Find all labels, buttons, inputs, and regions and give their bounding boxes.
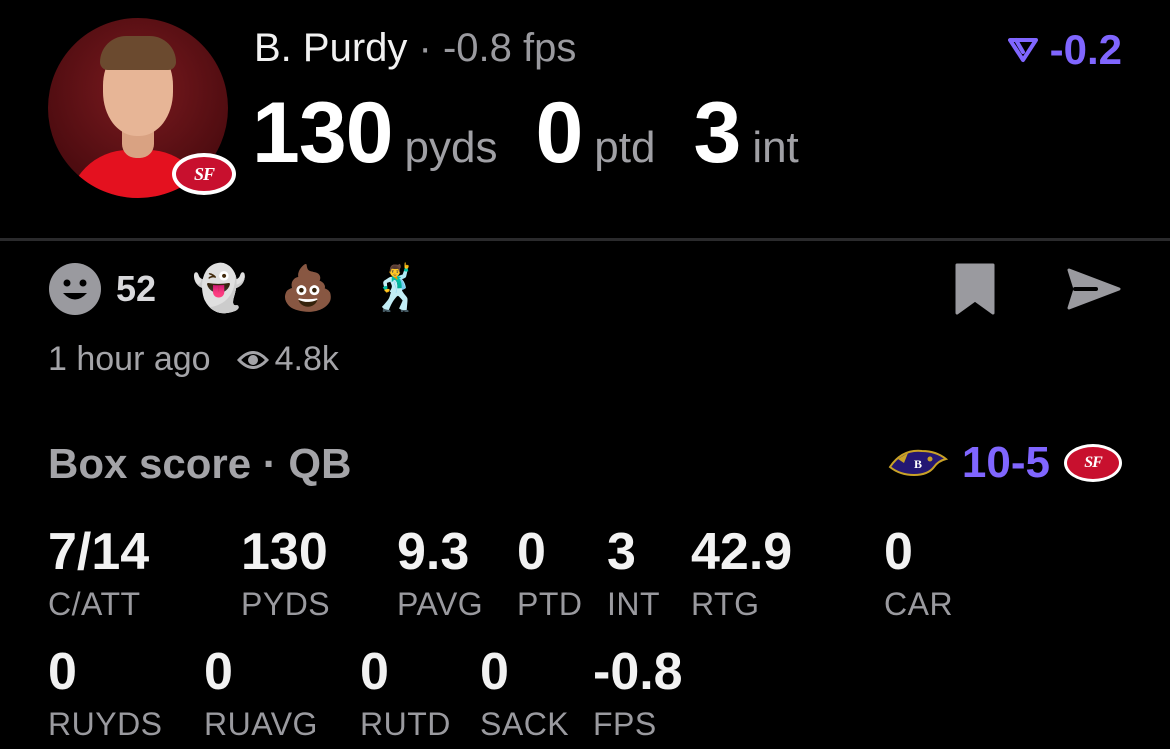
stat-label: C/ATT: [48, 586, 141, 622]
post-meta: 1 hour ago 4.8k: [48, 340, 339, 379]
box-score-title: Box score · QB: [48, 440, 352, 487]
eye-icon: [236, 350, 269, 369]
stat-label: FPS: [593, 706, 657, 742]
team-logo-icon: SF: [172, 153, 236, 195]
game-score[interactable]: B 10-5 SF: [888, 438, 1122, 488]
stat-label: PYDS: [241, 586, 331, 622]
stat-label: RUAVG: [204, 706, 318, 742]
ghost-reaction-icon[interactable]: 👻: [192, 267, 247, 311]
separator: ·: [407, 26, 443, 70]
niners-logo-icon: SF: [1064, 444, 1122, 482]
headline-int-unit: int: [752, 123, 799, 172]
stat-value: 0: [480, 643, 509, 701]
stat-label: SACK: [480, 706, 570, 742]
headline-ptd-value: 0: [535, 85, 583, 181]
stat-value: 42.9: [691, 523, 793, 581]
bookmark-icon[interactable]: [954, 262, 996, 316]
stat-ptd: 0 PTD: [517, 526, 583, 623]
stat-int: 3 INT: [607, 526, 660, 623]
player-header[interactable]: B. Purdy · -0.8 fps: [254, 26, 576, 71]
away-score: 10: [961, 438, 1011, 487]
stat-label: CAR: [884, 586, 954, 622]
stat-sack: 0 SACK: [480, 646, 569, 743]
reactions-row: 52 👻 💩 🕺: [48, 262, 458, 316]
niners-logo-text: SF: [1084, 454, 1103, 471]
share-send-icon[interactable]: [1066, 266, 1122, 312]
view-count-value: 4.8k: [274, 340, 339, 378]
ravens-logo-icon: B: [888, 449, 948, 477]
poop-reaction-icon[interactable]: 💩: [281, 267, 336, 311]
stat-value: 0: [48, 643, 77, 701]
score-dash: -: [1010, 438, 1026, 487]
stat-ruavg: 0 RUAVG: [204, 646, 318, 743]
stat-rutd: 0 RUTD: [360, 646, 451, 743]
stat-label: PAVG: [397, 586, 484, 622]
smile-reaction-count: 52: [116, 268, 157, 309]
player-name: B. Purdy: [254, 26, 408, 70]
stat-value: 0: [360, 643, 389, 701]
stat-value: 130: [241, 523, 328, 581]
fps-delta: -0.2: [1007, 26, 1122, 74]
headline-pyds-unit: pyds: [404, 123, 498, 172]
stat-c-att: 7/14 C/ATT: [48, 526, 149, 623]
stat-label: RUYDS: [48, 706, 163, 742]
view-count: 4.8k: [236, 340, 339, 379]
stat-ruyds: 0 RUYDS: [48, 646, 163, 743]
delta-value: -0.2: [1049, 26, 1122, 73]
headline-pyds-value: 130: [252, 85, 393, 181]
stat-value: 9.3: [397, 523, 470, 581]
stat-label: RTG: [691, 586, 760, 622]
home-score: 5: [1025, 438, 1050, 487]
stat-value: 0: [884, 523, 913, 581]
stat-value: -0.8: [593, 643, 683, 701]
stat-value: 3: [607, 523, 636, 581]
stat-value: 7/14: [48, 523, 150, 581]
stat-pyds: 130 PYDS: [241, 526, 330, 623]
score-text: 10-5: [962, 438, 1050, 488]
stat-label: INT: [607, 586, 661, 622]
player-fps: -0.8 fps: [442, 26, 577, 70]
svg-text:B: B: [914, 457, 922, 471]
headline-ptd-unit: ptd: [594, 123, 656, 172]
post-time: 1 hour ago: [48, 340, 211, 378]
headline-int-value: 3: [693, 85, 741, 181]
avatar-hair: [100, 36, 176, 70]
stat-value: 0: [517, 523, 546, 581]
stat-pavg: 9.3 PAVG: [397, 526, 483, 623]
stat-label: RUTD: [360, 706, 451, 742]
smile-reaction-icon[interactable]: [48, 262, 102, 316]
dancing-reaction-icon[interactable]: 🕺: [370, 267, 425, 311]
team-logo-text: SF: [193, 163, 215, 184]
section-divider: [0, 238, 1170, 241]
stat-fps: -0.8 FPS: [593, 646, 683, 743]
stat-value: 0: [204, 643, 233, 701]
stat-rtg: 42.9 RTG: [691, 526, 792, 623]
headline-stats: 130 pyds 0 ptd 3 int: [252, 84, 837, 183]
stat-car: 0 CAR: [884, 526, 953, 623]
down-delta-icon: [1007, 38, 1038, 62]
stat-label: PTD: [517, 586, 583, 622]
